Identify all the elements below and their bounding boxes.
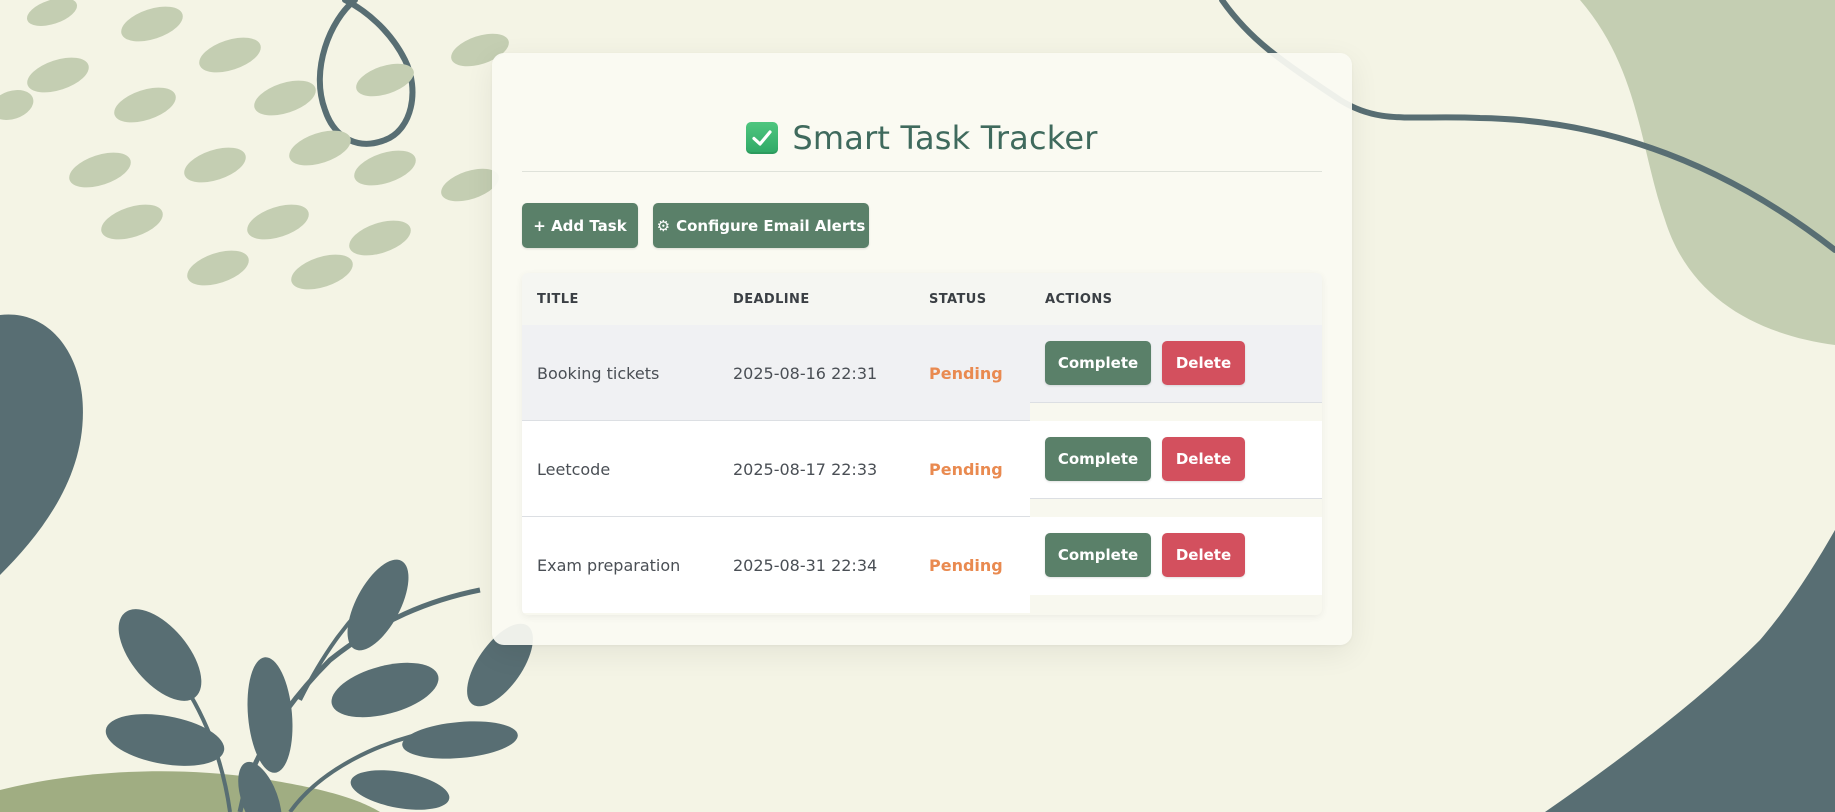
delete-button[interactable]: Delete bbox=[1162, 341, 1245, 385]
table-row-actions: Complete Delete bbox=[1030, 517, 1322, 595]
column-header-deadline: DEADLINE bbox=[733, 291, 810, 307]
row-actions: Complete Delete bbox=[1045, 341, 1245, 385]
toolbar: + Add Task ⚙ Configure Email Alerts bbox=[522, 203, 869, 248]
task-title: Booking tickets bbox=[537, 363, 660, 383]
tasks-table: TITLE DEADLINE STATUS ACTIONS Booking ti… bbox=[522, 273, 1322, 615]
task-deadline: 2025-08-17 22:33 bbox=[733, 459, 878, 479]
complete-button[interactable]: Complete bbox=[1045, 437, 1151, 481]
header-divider bbox=[522, 171, 1322, 172]
background-leaf-dots bbox=[0, 0, 509, 290]
task-deadline: 2025-08-16 22:31 bbox=[733, 363, 878, 383]
delete-button[interactable]: Delete bbox=[1162, 533, 1245, 577]
column-header-title: TITLE bbox=[537, 291, 579, 307]
row-actions: Complete Delete bbox=[1045, 437, 1245, 481]
task-title: Leetcode bbox=[537, 459, 611, 479]
status-badge: Pending bbox=[929, 363, 1003, 383]
column-header-status: STATUS bbox=[929, 291, 987, 307]
add-task-button[interactable]: + Add Task bbox=[522, 203, 638, 248]
complete-button[interactable]: Complete bbox=[1045, 341, 1151, 385]
task-title: Exam preparation bbox=[537, 555, 681, 575]
configure-email-alerts-label: Configure Email Alerts bbox=[676, 216, 866, 235]
complete-button[interactable]: Complete bbox=[1045, 533, 1151, 577]
status-badge: Pending bbox=[929, 555, 1003, 575]
gear-icon: ⚙ bbox=[656, 216, 671, 235]
page-title: Smart Task Tracker bbox=[792, 119, 1098, 157]
table-row: Booking tickets 2025-08-16 22:31 Pending bbox=[522, 325, 1030, 421]
task-deadline: 2025-08-31 22:34 bbox=[733, 555, 878, 575]
table-row-actions: Complete Delete bbox=[1030, 325, 1322, 403]
header: Smart Task Tracker bbox=[522, 113, 1322, 163]
background-blob-bottom-right bbox=[1545, 530, 1835, 812]
task-tracker-card: Smart Task Tracker + Add Task ⚙ Configur… bbox=[492, 53, 1352, 645]
column-header-actions: ACTIONS bbox=[1045, 291, 1113, 307]
row-actions: Complete Delete bbox=[1045, 533, 1245, 577]
table-row: Leetcode 2025-08-17 22:33 Pending bbox=[522, 421, 1030, 517]
table-row: Exam preparation 2025-08-31 22:34 Pendin… bbox=[522, 517, 1030, 613]
status-badge: Pending bbox=[929, 459, 1003, 479]
table-row-actions: Complete Delete bbox=[1030, 421, 1322, 499]
background-blob-left bbox=[0, 314, 83, 575]
table-header: TITLE DEADLINE STATUS ACTIONS bbox=[522, 273, 1322, 325]
delete-button[interactable]: Delete bbox=[1162, 437, 1245, 481]
check-box-icon bbox=[746, 122, 779, 154]
configure-email-alerts-button[interactable]: ⚙ Configure Email Alerts bbox=[653, 203, 869, 248]
